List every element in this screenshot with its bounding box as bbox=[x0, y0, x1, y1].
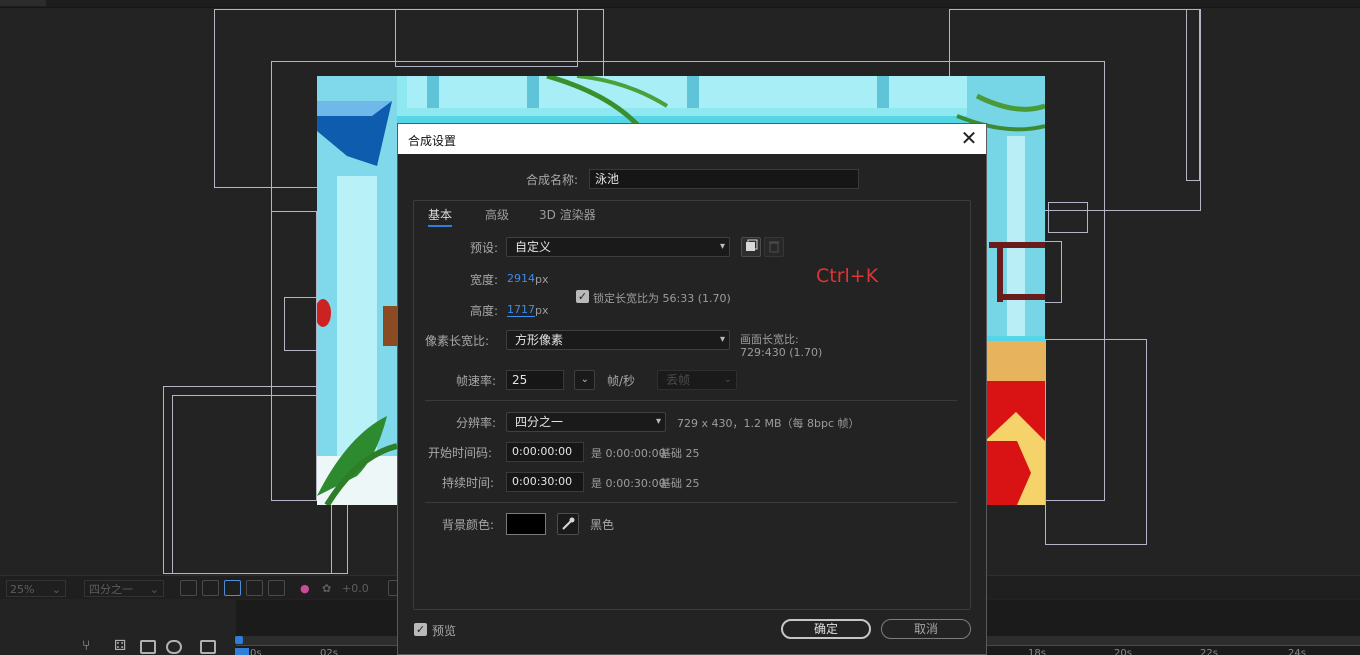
save-preset-icon[interactable] bbox=[741, 237, 761, 257]
height-value[interactable]: 1717 bbox=[507, 303, 535, 317]
dialog-title-bar[interactable]: 合成设置 ✕ bbox=[398, 124, 986, 154]
chevron-down-icon: ⌄ bbox=[723, 374, 732, 385]
chevron-down-icon: ▾ bbox=[655, 416, 661, 427]
zoom-value: 25% bbox=[10, 583, 35, 596]
layer-bounds bbox=[1045, 339, 1147, 545]
start-timecode-input[interactable]: 0:00:00:00 bbox=[506, 442, 584, 462]
layer-bounds bbox=[284, 297, 319, 351]
lock-aspect-checkbox[interactable]: ✓ bbox=[576, 290, 589, 303]
start-timecode-base: 基础 25 bbox=[660, 447, 700, 460]
close-icon[interactable]: ✕ bbox=[958, 128, 980, 150]
resolution-label: 分辨率: bbox=[456, 416, 497, 430]
bg-color-name: 黑色 bbox=[590, 518, 615, 532]
tab-basic[interactable]: 基本 bbox=[428, 206, 453, 227]
start-timecode-label: 开始时间码: bbox=[428, 446, 493, 460]
frame-rate-label: 帧速率: bbox=[456, 374, 497, 388]
duration-label: 持续时间: bbox=[442, 476, 495, 490]
preview-label: 预览 bbox=[432, 624, 457, 638]
frame-rate-dropdown[interactable]: ⌄ bbox=[574, 370, 595, 390]
pixel-aspect-value: 方形像素 bbox=[515, 333, 564, 347]
time-tick: 18s bbox=[1028, 648, 1046, 655]
bg-color-swatch[interactable] bbox=[506, 513, 546, 535]
exposure-value[interactable]: +0.0 bbox=[342, 580, 369, 597]
zoom-select[interactable]: 25% ⌄ bbox=[6, 580, 66, 597]
frame-aspect-value: 729:430 (1.70) bbox=[740, 346, 823, 359]
work-area-start-handle[interactable] bbox=[235, 636, 243, 644]
chevron-down-icon: ⌄ bbox=[51, 583, 61, 596]
panel-tab[interactable] bbox=[0, 0, 46, 6]
layer-bounds bbox=[1048, 202, 1088, 233]
lock-aspect-label: 锁定长宽比为 56:33 (1.70) bbox=[593, 292, 731, 305]
after-effects-workspace: 25% ⌄ 四分之一 ⌄ ● ✿ +0.0 ⑂ ⚃ 0s 02s 18s 20s bbox=[0, 0, 1360, 655]
dialog-title: 合成设置 bbox=[408, 134, 457, 148]
drop-frame-value: 丢帧 bbox=[666, 373, 691, 387]
frame-blending-icon[interactable] bbox=[140, 640, 156, 654]
frame-rate-unit: 帧/秒 bbox=[607, 374, 636, 388]
time-tick: 02s bbox=[320, 648, 338, 655]
section-divider bbox=[425, 502, 957, 503]
tab-3d-renderer[interactable]: 3D 渲染器 bbox=[539, 206, 596, 223]
pixel-aspect-select[interactable]: 方形像素 ▾ bbox=[506, 330, 730, 350]
width-value[interactable]: 2914 bbox=[507, 272, 535, 285]
resolution-value: 四分之一 bbox=[89, 583, 133, 596]
panel-tab-bar bbox=[0, 0, 1360, 8]
height-unit: px bbox=[535, 304, 549, 317]
comp-flowchart-icon[interactable]: ⑂ bbox=[82, 638, 98, 654]
frame-rate-input[interactable]: 25 bbox=[506, 370, 564, 390]
preset-select[interactable]: 自定义 ▾ bbox=[506, 237, 730, 257]
section-divider bbox=[425, 400, 957, 401]
pixel-aspect-label: 像素长宽比: bbox=[425, 334, 490, 348]
resolution-value: 四分之一 bbox=[515, 415, 564, 429]
tab-advanced[interactable]: 高级 bbox=[485, 206, 509, 223]
width-label: 宽度: bbox=[470, 273, 499, 287]
mask-visibility-icon[interactable] bbox=[224, 580, 241, 596]
comp-name-label: 合成名称: bbox=[526, 173, 579, 187]
bg-color-label: 背景颜色: bbox=[442, 518, 495, 532]
draft-3d-icon[interactable]: ⚃ bbox=[114, 638, 130, 654]
motion-blur-icon[interactable] bbox=[166, 640, 182, 654]
exposure-reset-icon[interactable]: ✿ bbox=[322, 580, 336, 597]
chevron-down-icon: ▾ bbox=[719, 241, 725, 252]
time-tick: 20s bbox=[1114, 648, 1132, 655]
time-tick: 22s bbox=[1200, 648, 1218, 655]
eyedropper-icon[interactable] bbox=[557, 513, 579, 535]
start-timecode-is: 是 0:00:00:00 bbox=[591, 447, 666, 460]
preset-value: 自定义 bbox=[515, 240, 552, 254]
current-time-indicator[interactable] bbox=[235, 648, 249, 655]
layer-bounds bbox=[395, 9, 578, 67]
shortcut-hint: Ctrl+K bbox=[816, 265, 879, 287]
width-unit: px bbox=[535, 273, 549, 286]
graph-editor-icon[interactable] bbox=[200, 640, 216, 654]
timeline-tools: ⑂ ⚃ bbox=[0, 600, 236, 655]
preset-label: 预设: bbox=[470, 241, 499, 255]
settings-panel bbox=[413, 200, 971, 610]
transparency-grid-icon[interactable] bbox=[202, 580, 219, 596]
frame-aspect-label: 画面长宽比: bbox=[740, 333, 799, 346]
duration-is: 是 0:00:30:00 bbox=[591, 477, 666, 490]
layer-bounds bbox=[1186, 9, 1200, 181]
composition-settings-dialog: 合成设置 ✕ 合成名称: 泳池 基本 高级 3D 渲染器 预设: 自定义 ▾ C… bbox=[397, 123, 987, 655]
ok-button[interactable]: 确定 bbox=[781, 619, 871, 639]
duration-base: 基础 25 bbox=[660, 477, 700, 490]
chevron-down-icon: ⌄ bbox=[580, 374, 589, 385]
time-tick: 0s bbox=[250, 648, 262, 655]
fast-previews-icon[interactable] bbox=[180, 580, 197, 596]
delete-preset-icon[interactable] bbox=[764, 237, 784, 257]
color-channel-icon[interactable]: ● bbox=[300, 580, 314, 597]
chevron-down-icon: ▾ bbox=[719, 334, 725, 345]
drop-frame-select: 丢帧 ⌄ bbox=[657, 370, 737, 390]
comp-name-input[interactable]: 泳池 bbox=[589, 169, 859, 189]
layer-bounds bbox=[172, 395, 332, 574]
resolution-info: 729 x 430，1.2 MB（每 8bpc 帧） bbox=[677, 417, 860, 430]
cancel-button[interactable]: 取消 bbox=[881, 619, 971, 639]
chevron-down-icon: ⌄ bbox=[149, 583, 159, 596]
preview-checkbox[interactable]: ✓ bbox=[414, 623, 427, 636]
duration-input[interactable]: 0:00:30:00 bbox=[506, 472, 584, 492]
region-of-interest-icon[interactable] bbox=[246, 580, 263, 596]
resolution-select[interactable]: 四分之一 ⌄ bbox=[84, 580, 164, 597]
time-tick: 24s bbox=[1288, 648, 1306, 655]
resolution-select[interactable]: 四分之一 ▾ bbox=[506, 412, 666, 432]
height-label: 高度: bbox=[470, 304, 499, 318]
grid-guides-icon[interactable] bbox=[268, 580, 285, 596]
